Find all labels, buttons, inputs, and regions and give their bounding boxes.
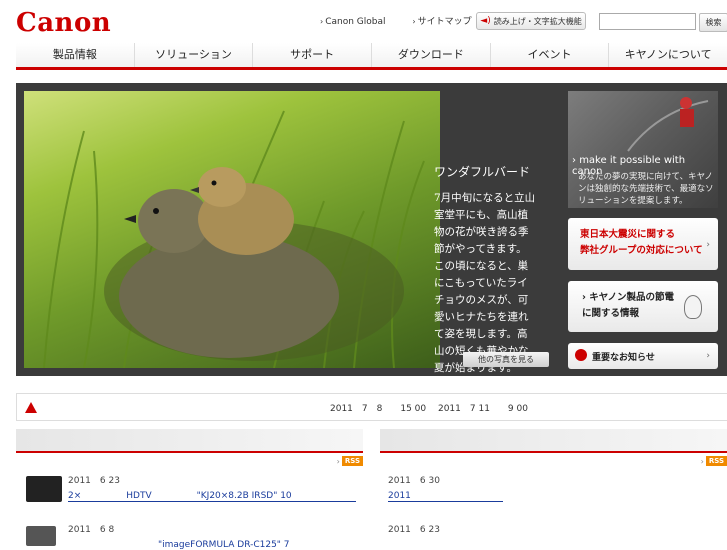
list-item: 2011 6 8 xyxy=(68,522,114,535)
rss-icon: RSS xyxy=(341,456,363,466)
hero-photo[interactable] xyxy=(24,91,440,368)
earthquake-response-link[interactable]: 東日本大震災に関する 弊社グループの対応について › xyxy=(568,218,718,270)
column-header xyxy=(16,429,363,453)
more-photos-label: 他の写真を見る xyxy=(478,355,534,364)
sitemap-link[interactable]: › サイトマップ xyxy=(412,17,483,27)
camera-thumbnail[interactable] xyxy=(26,476,62,502)
news-date: 2011 6 23 xyxy=(68,476,120,486)
news-date: 2011 6 8 xyxy=(68,525,115,535)
important-notice-label: 重要なお知らせ xyxy=(592,353,655,363)
power-saving-link[interactable]: › キヤノン製品の節電 に関する情報 xyxy=(568,281,718,332)
top-links: › Canon Global › サイトマップ xyxy=(320,14,496,27)
news-link[interactable]: 2× HDTV "KJ20×8.2B IRSD" 10 xyxy=(68,488,356,502)
rss-link[interactable]: › RSS xyxy=(337,456,363,466)
nav-download[interactable]: ダウンロード xyxy=(372,43,491,67)
news-date: 2011 6 30 xyxy=(388,476,440,486)
banner-text: あなたの夢の実現に向けて、キヤノンは独創的な先端技術で、最適なソリューションを提… xyxy=(578,172,714,206)
chevron-right-icon: › xyxy=(706,240,710,250)
news-column-left: › RSS xyxy=(16,429,363,466)
list-item: 2011 6 23 xyxy=(388,522,440,535)
nav-solutions[interactable]: ソリューション xyxy=(135,43,254,67)
nav-products[interactable]: 製品情報 xyxy=(16,43,135,67)
search-input[interactable] xyxy=(599,13,696,30)
news-link[interactable]: 2011 xyxy=(388,488,503,502)
list-item: 2011 6 30 xyxy=(388,473,440,486)
scanner-thumbnail[interactable] xyxy=(26,526,56,546)
column-header xyxy=(380,429,727,453)
notice-text: 2011 7 8 15 00 2011 7 11 9 00 xyxy=(330,404,528,414)
arrow-icon: › xyxy=(412,17,416,26)
list-item: 2011 6 23 xyxy=(68,473,120,486)
nav-about[interactable]: キヤノンについて xyxy=(609,43,727,67)
canon-logo[interactable]: Canon xyxy=(16,8,111,38)
warning-icon xyxy=(25,402,37,413)
accessibility-button[interactable]: ◄) 読み上げ・文字拡大機能 xyxy=(476,12,586,30)
news-column-right: › RSS xyxy=(380,429,727,466)
chevron-right-icon: › xyxy=(336,456,340,466)
nav-events[interactable]: イベント xyxy=(491,43,610,67)
power-saving-label: › キヤノン製品の節電 に関する情報 xyxy=(582,292,674,319)
nav-support[interactable]: サポート xyxy=(253,43,373,67)
canon-global-link[interactable]: › Canon Global xyxy=(320,17,398,27)
more-photos-button[interactable]: 他の写真を見る xyxy=(463,352,549,367)
hero-title: ワンダフルバード xyxy=(434,165,531,179)
global-nav: 製品情報 ソリューション サポート ダウンロード イベント キヤノンについて xyxy=(16,43,727,70)
earthquake-response-label: 東日本大震災に関する 弊社グループの対応について xyxy=(580,229,703,256)
arrow-icon: › xyxy=(320,17,324,26)
chevron-right-icon: › xyxy=(700,456,704,466)
news-link[interactable]: "imageFORMULA DR-C125" 7 xyxy=(68,537,290,550)
search-button[interactable]: 検索 xyxy=(699,13,727,32)
news-date: 2011 6 23 xyxy=(388,525,440,535)
banner-figure-icon xyxy=(627,97,709,152)
chevron-right-icon: › xyxy=(706,351,710,361)
hero-body: 7月中旬になると立山室堂平にも、高山植物の花が咲き誇る季節がやってきます。この頃… xyxy=(434,192,536,374)
make-it-possible-banner[interactable]: › make it possible with canon あなたの夢の実現に向… xyxy=(568,91,718,208)
notice-bar: 2011 7 8 15 00 2011 7 11 9 00 xyxy=(16,393,727,421)
rss-link[interactable]: › RSS xyxy=(701,456,727,466)
heart-icon xyxy=(575,349,587,361)
lightbulb-icon xyxy=(684,295,702,319)
rss-icon: RSS xyxy=(705,456,727,466)
accessibility-label: 読み上げ・文字拡大機能 xyxy=(493,16,582,26)
important-notice-link[interactable]: 重要なお知らせ › xyxy=(568,343,718,369)
speaker-icon: ◄) xyxy=(480,16,491,26)
